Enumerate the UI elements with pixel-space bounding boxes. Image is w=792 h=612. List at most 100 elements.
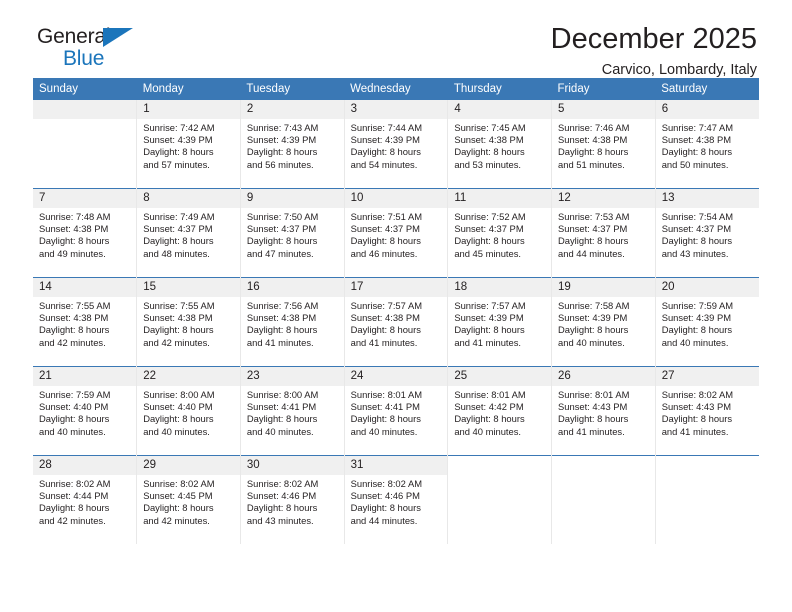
sunset-text: Sunset: 4:37 PM (350, 223, 420, 235)
generalblue-logo[interactable]: General Blue (37, 26, 217, 74)
calendar-day-cell[interactable]: 31 Sunrise: 8:02 AM Sunset: 4:46 PM Dayligh… (344, 455, 449, 544)
day-sun-info: Sunrise: 7:49 AM Sunset: 4:37 PM Daylight:… (137, 208, 240, 260)
sunset-text: Sunset: 4:38 PM (661, 134, 732, 146)
sunset-text: Sunset: 4:41 PM (350, 401, 420, 413)
calendar-day-cell[interactable]: 21 Sunrise: 7:59 AM Sunset: 4:40 PM Dayligh… (33, 366, 138, 456)
sunset-text: Sunset: 4:38 PM (246, 312, 317, 324)
calendar-day-cell[interactable]: 10 Sunrise: 7:51 AM Sunset: 4:37 PM Dayligh… (344, 188, 449, 278)
calendar-day-cell[interactable]: 29 Sunrise: 8:02 AM Sunset: 4:45 PM Dayligh… (136, 455, 241, 544)
calendar-day-cell[interactable]: 26 Sunrise: 8:01 AM Sunset: 4:43 PM Dayligh… (551, 366, 656, 456)
calendar-day-cell[interactable]: 13 Sunrise: 7:54 AM Sunset: 4:37 PM Dayligh… (655, 189, 759, 278)
day-number: 13 (655, 189, 759, 208)
daylight-text-line1: Daylight: 8 hours (246, 502, 318, 514)
calendar-day-cell[interactable]: 25 Sunrise: 8:01 AM Sunset: 4:42 PM Dayligh… (447, 366, 553, 456)
sunrise-text: Sunrise: 8:02 AM (143, 478, 215, 489)
calendar-day-cell[interactable]: 24 Sunrise: 8:01 AM Sunset: 4:41 PM Dayligh… (344, 366, 449, 456)
day-sun-info: Sunrise: 7:48 AM Sunset: 4:38 PM Daylight:… (33, 208, 136, 260)
calendar-day-cell[interactable] (655, 456, 759, 545)
calendar-day-cell[interactable]: 4 Sunrise: 7:45 AM Sunset: 4:38 PM Daylight… (447, 100, 553, 189)
day-number: 5 (552, 100, 655, 119)
sunset-text: Sunset: 4:41 PM (246, 401, 317, 413)
day-sun-info: Sunrise: 7:55 AM Sunset: 4:38 PM Daylight:… (137, 297, 240, 349)
sunset-text: Sunset: 4:39 PM (558, 312, 628, 324)
daylight-text-line1: Daylight: 8 hours (558, 146, 629, 158)
calendar-page: General Blue December 2025 Carvico, Lomb… (0, 0, 792, 612)
sunrise-text: Sunrise: 7:43 AM (246, 122, 319, 133)
calendar-day-cell[interactable]: 9 Sunrise: 7:50 AM Sunset: 4:37 PM Daylight… (240, 188, 345, 278)
sunrise-text: Sunrise: 7:53 AM (558, 211, 630, 222)
calendar-day-cell[interactable]: 19 Sunrise: 7:58 AM Sunset: 4:39 PM Dayligh… (551, 277, 656, 367)
calendar-day-cell[interactable]: 14 Sunrise: 7:55 AM Sunset: 4:38 PM Dayligh… (33, 277, 138, 367)
day-number: 14 (33, 278, 137, 297)
calendar-day-cell[interactable] (33, 100, 138, 189)
day-sun-info: Sunrise: 7:46 AM Sunset: 4:38 PM Daylight:… (552, 119, 655, 171)
sunset-text: Sunset: 4:37 PM (661, 223, 732, 235)
day-number: 15 (137, 278, 240, 297)
day-number (656, 456, 759, 475)
daylight-text-line2: and 40 minutes. (350, 425, 418, 437)
calendar-day-cell[interactable]: 1 Sunrise: 7:42 AM Sunset: 4:39 PM Daylight… (136, 100, 241, 189)
logo-triangle-icon (103, 28, 133, 47)
day-sun-info: Sunrise: 7:51 AM Sunset: 4:37 PM Daylight:… (345, 208, 448, 260)
sunset-text: Sunset: 4:46 PM (246, 490, 317, 502)
calendar-day-cell[interactable]: 12 Sunrise: 7:53 AM Sunset: 4:37 PM Dayligh… (551, 188, 656, 278)
daylight-text-line2: and 42 minutes. (143, 514, 210, 526)
calendar-day-cell[interactable] (447, 455, 553, 544)
day-sun-info: Sunrise: 7:55 AM Sunset: 4:38 PM Daylight:… (33, 297, 136, 349)
sunset-text: Sunset: 4:39 PM (246, 134, 317, 146)
calendar-day-cell[interactable]: 8 Sunrise: 7:49 AM Sunset: 4:37 PM Daylight… (136, 188, 241, 278)
day-number: 28 (33, 456, 137, 475)
daylight-text-line2: and 43 minutes. (661, 247, 729, 259)
sunset-text: Sunset: 4:38 PM (558, 134, 628, 146)
weekday-header-friday: Friday (551, 78, 656, 100)
daylight-text-line2: and 45 minutes. (454, 247, 522, 259)
calendar-day-cell[interactable]: 16 Sunrise: 7:56 AM Sunset: 4:38 PM Dayligh… (240, 277, 345, 367)
day-sun-info: Sunrise: 8:01 AM Sunset: 4:42 PM Daylight:… (448, 386, 551, 438)
daylight-text-line1: Daylight: 8 hours (558, 413, 629, 425)
daylight-text-line1: Daylight: 8 hours (454, 413, 525, 425)
daylight-text-line1: Daylight: 8 hours (558, 324, 629, 336)
calendar-day-cell[interactable]: 28 Sunrise: 8:02 AM Sunset: 4:44 PM Dayligh… (33, 455, 138, 544)
daylight-text-line2: and 44 minutes. (350, 514, 418, 526)
weekday-header-saturday: Saturday (655, 78, 759, 100)
weekday-header-tuesday: Tuesday (240, 78, 345, 100)
daylight-text-line2: and 41 minutes. (246, 336, 314, 348)
calendar-day-cell[interactable]: 7 Sunrise: 7:48 AM Sunset: 4:38 PM Daylight… (33, 188, 138, 278)
sunset-text: Sunset: 4:42 PM (454, 401, 524, 413)
daylight-text-line2: and 40 minutes. (143, 425, 210, 437)
day-number: 31 (344, 456, 448, 475)
sunset-text: Sunset: 4:40 PM (143, 401, 213, 413)
calendar-day-cell[interactable]: 2 Sunrise: 7:43 AM Sunset: 4:39 PM Daylight… (240, 100, 345, 189)
calendar-day-cell[interactable]: 11 Sunrise: 7:52 AM Sunset: 4:37 PM Dayligh… (447, 188, 553, 278)
day-number: 8 (137, 189, 240, 208)
calendar-week-row: 14 Sunrise: 7:55 AM Sunset: 4:38 PM Dayligh… (33, 277, 759, 367)
calendar-day-cell[interactable]: 17 Sunrise: 7:57 AM Sunset: 4:38 PM Dayligh… (344, 277, 449, 367)
calendar-day-cell[interactable] (551, 455, 656, 544)
calendar-day-cell[interactable]: 18 Sunrise: 7:57 AM Sunset: 4:39 PM Dayligh… (447, 277, 553, 367)
calendar-day-cell[interactable]: 20 Sunrise: 7:59 AM Sunset: 4:39 PM Dayligh… (655, 278, 759, 367)
page-header: General Blue December 2025 Carvico, Lomb… (33, 0, 759, 78)
day-sun-info: Sunrise: 7:45 AM Sunset: 4:38 PM Daylight:… (448, 119, 551, 171)
daylight-text-line2: and 40 minutes. (454, 425, 522, 437)
calendar-day-cell[interactable]: 3 Sunrise: 7:44 AM Sunset: 4:39 PM Daylight… (344, 100, 449, 189)
sunrise-text: Sunrise: 7:57 AM (350, 300, 423, 311)
calendar-day-cell[interactable]: 15 Sunrise: 7:55 AM Sunset: 4:38 PM Dayligh… (136, 277, 241, 367)
calendar-day-cell[interactable]: 30 Sunrise: 8:02 AM Sunset: 4:46 PM Dayligh… (240, 455, 345, 544)
day-sun-info: Sunrise: 8:02 AM Sunset: 4:44 PM Daylight:… (33, 475, 136, 527)
calendar-day-cell[interactable]: 27 Sunrise: 8:02 AM Sunset: 4:43 PM Dayligh… (655, 367, 759, 456)
day-sun-info: Sunrise: 7:56 AM Sunset: 4:38 PM Daylight:… (241, 297, 344, 349)
calendar-day-cell[interactable]: 23 Sunrise: 8:00 AM Sunset: 4:41 PM Dayligh… (240, 366, 345, 456)
day-sun-info: Sunrise: 8:00 AM Sunset: 4:41 PM Daylight:… (241, 386, 344, 438)
day-sun-info: Sunrise: 7:44 AM Sunset: 4:39 PM Daylight:… (345, 119, 448, 171)
calendar-day-cell[interactable]: 22 Sunrise: 8:00 AM Sunset: 4:40 PM Dayligh… (136, 366, 241, 456)
sunset-text: Sunset: 4:44 PM (39, 490, 109, 502)
calendar-day-cell[interactable]: 5 Sunrise: 7:46 AM Sunset: 4:38 PM Daylight… (551, 100, 656, 189)
day-number: 16 (240, 278, 344, 297)
sunrise-text: Sunrise: 7:55 AM (143, 300, 215, 311)
daylight-text-line1: Daylight: 8 hours (39, 502, 110, 514)
daylight-text-line1: Daylight: 8 hours (454, 146, 525, 158)
calendar-week-row: 1 Sunrise: 7:42 AM Sunset: 4:39 PM Daylight… (33, 100, 759, 189)
calendar-day-cell[interactable]: 6 Sunrise: 7:47 AM Sunset: 4:38 PM Daylight… (655, 100, 759, 189)
day-number: 25 (448, 367, 552, 386)
daylight-text-line1: Daylight: 8 hours (661, 235, 733, 247)
